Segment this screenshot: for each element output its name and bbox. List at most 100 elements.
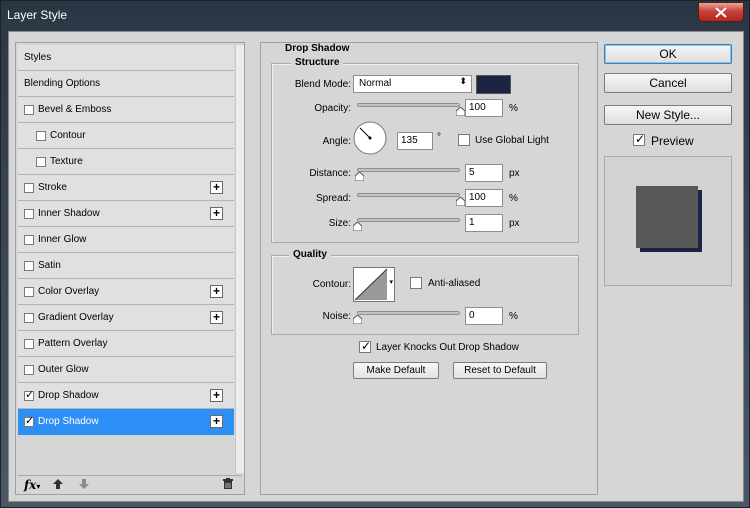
style-item-label: Bevel & Emboss: [38, 104, 112, 115]
opacity-slider-thumb[interactable]: [455, 107, 465, 116]
fx-icon[interactable]: fx▾: [24, 478, 40, 492]
add-effect-icon[interactable]: +: [210, 207, 223, 220]
style-item-contour[interactable]: Contour: [18, 123, 234, 149]
spread-unit: %: [509, 193, 518, 204]
style-checkbox[interactable]: [24, 261, 34, 271]
opacity-input[interactable]: 100: [465, 99, 503, 117]
opacity-slider[interactable]: [357, 103, 460, 107]
style-item-label: Drop Shadow: [38, 390, 99, 401]
style-checkbox[interactable]: [24, 365, 34, 375]
angle-input[interactable]: 135: [397, 132, 433, 150]
preview-label: Preview: [651, 134, 694, 148]
style-item-pattern-overlay[interactable]: Pattern Overlay: [18, 331, 234, 357]
add-effect-icon[interactable]: +: [210, 311, 223, 324]
style-checkbox[interactable]: [24, 209, 34, 219]
style-checkbox[interactable]: [24, 183, 34, 193]
style-item-label: Drop Shadow: [38, 416, 99, 427]
window-title: Layer Style: [7, 8, 68, 22]
anti-aliased-checkbox[interactable]: [410, 277, 422, 289]
spread-slider[interactable]: [357, 193, 460, 197]
style-item-blending-options[interactable]: Blending Options: [18, 71, 234, 97]
style-item-gradient-overlay[interactable]: Gradient Overlay +: [18, 305, 234, 331]
move-up-icon[interactable]: [52, 478, 64, 493]
styles-panel: Styles Blending Options Bevel & Emboss Con…: [15, 42, 245, 495]
shadow-color-swatch[interactable]: [476, 75, 511, 94]
style-checkbox[interactable]: [24, 388, 34, 401]
styles-header[interactable]: Styles: [18, 45, 234, 71]
style-checkbox[interactable]: [24, 414, 34, 427]
contour-picker[interactable]: ▾: [353, 267, 395, 302]
noise-slider[interactable]: [357, 311, 460, 315]
style-item-drop-shadow[interactable]: Drop Shadow +: [18, 409, 234, 435]
add-effect-icon[interactable]: +: [210, 181, 223, 194]
noise-label: Noise:: [322, 311, 351, 322]
style-item-bevel-emboss[interactable]: Bevel & Emboss: [18, 97, 234, 123]
contour-label: Contour:: [312, 279, 351, 290]
style-checkbox[interactable]: [24, 105, 34, 115]
style-checkbox[interactable]: [24, 287, 34, 297]
quality-group: [271, 255, 579, 335]
distance-label: Distance:: [309, 168, 351, 179]
styles-scrollbar[interactable]: [235, 45, 244, 473]
add-effect-icon[interactable]: +: [210, 389, 223, 402]
layer-knocks-out-label: Layer Knocks Out Drop Shadow: [376, 342, 519, 353]
style-item-outer-glow[interactable]: Outer Glow: [18, 357, 234, 383]
add-effect-icon[interactable]: +: [210, 285, 223, 298]
add-effect-icon[interactable]: +: [210, 415, 223, 428]
styles-header-label: Styles: [24, 52, 52, 63]
structure-title: Structure: [291, 57, 344, 68]
style-item-label: Inner Shadow: [38, 208, 100, 219]
style-checkbox[interactable]: [36, 157, 46, 167]
cancel-button[interactable]: Cancel: [604, 73, 732, 93]
preview-checkbox[interactable]: [633, 132, 645, 146]
size-slider-thumb[interactable]: [352, 222, 362, 231]
noise-slider-thumb[interactable]: [352, 315, 362, 324]
size-label: Size:: [328, 218, 351, 229]
style-item-texture[interactable]: Texture: [18, 149, 234, 175]
style-item-inner-glow[interactable]: Inner Glow: [18, 227, 234, 253]
dialog-body: Styles Blending Options Bevel & Emboss Con…: [8, 31, 744, 502]
distance-slider[interactable]: [357, 168, 460, 172]
blend-mode-value: Normal: [359, 78, 392, 89]
move-down-icon[interactable]: [78, 478, 90, 493]
style-checkbox[interactable]: [24, 235, 34, 245]
style-item-color-overlay[interactable]: Color Overlay +: [18, 279, 234, 305]
style-checkbox[interactable]: [24, 339, 34, 349]
spread-slider-thumb[interactable]: [455, 197, 465, 206]
size-slider[interactable]: [357, 218, 460, 222]
style-item-stroke[interactable]: Stroke +: [18, 175, 234, 201]
style-item-inner-shadow[interactable]: Inner Shadow +: [18, 201, 234, 227]
ok-button[interactable]: OK: [604, 44, 732, 64]
style-item-label: Color Overlay: [38, 286, 100, 297]
styles-list: Styles Blending Options Bevel & Emboss Con…: [18, 45, 234, 435]
styles-footer: fx▾: [18, 475, 242, 493]
size-input[interactable]: 1: [465, 214, 503, 232]
drop-shadow-title: Drop Shadow: [281, 43, 354, 54]
layer-knocks-out-checkbox[interactable]: [359, 339, 371, 353]
style-item-label: Contour: [50, 130, 86, 141]
title-bar[interactable]: Layer Style: [1, 1, 749, 31]
close-button[interactable]: [698, 2, 744, 22]
distance-unit: px: [509, 168, 520, 179]
drop-shadow-panel: Drop Shadow Structure Blend Mode: Normal…: [260, 42, 598, 495]
new-style-button[interactable]: New Style...: [604, 105, 732, 125]
style-item-label: Blending Options: [24, 78, 101, 89]
distance-input[interactable]: 5: [465, 164, 503, 182]
style-item-label: Stroke: [38, 182, 67, 193]
style-checkbox[interactable]: [36, 131, 46, 141]
style-item-drop-shadow[interactable]: Drop Shadow +: [18, 383, 234, 409]
reset-to-default-button[interactable]: Reset to Default: [453, 362, 547, 379]
style-checkbox[interactable]: [24, 313, 34, 323]
contour-dropdown-icon[interactable]: ▾: [389, 278, 393, 286]
angle-dial[interactable]: [353, 121, 387, 155]
spread-input[interactable]: 100: [465, 189, 503, 207]
blend-mode-select[interactable]: Normal ⬍: [353, 75, 472, 93]
trash-icon[interactable]: [222, 478, 234, 493]
distance-slider-thumb[interactable]: [354, 172, 364, 181]
angle-label: Angle:: [322, 136, 351, 147]
use-global-light-checkbox[interactable]: [458, 134, 470, 146]
make-default-button[interactable]: Make Default: [353, 362, 439, 379]
style-item-satin[interactable]: Satin: [18, 253, 234, 279]
anti-aliased-label: Anti-aliased: [428, 278, 481, 289]
noise-input[interactable]: 0: [465, 307, 503, 325]
